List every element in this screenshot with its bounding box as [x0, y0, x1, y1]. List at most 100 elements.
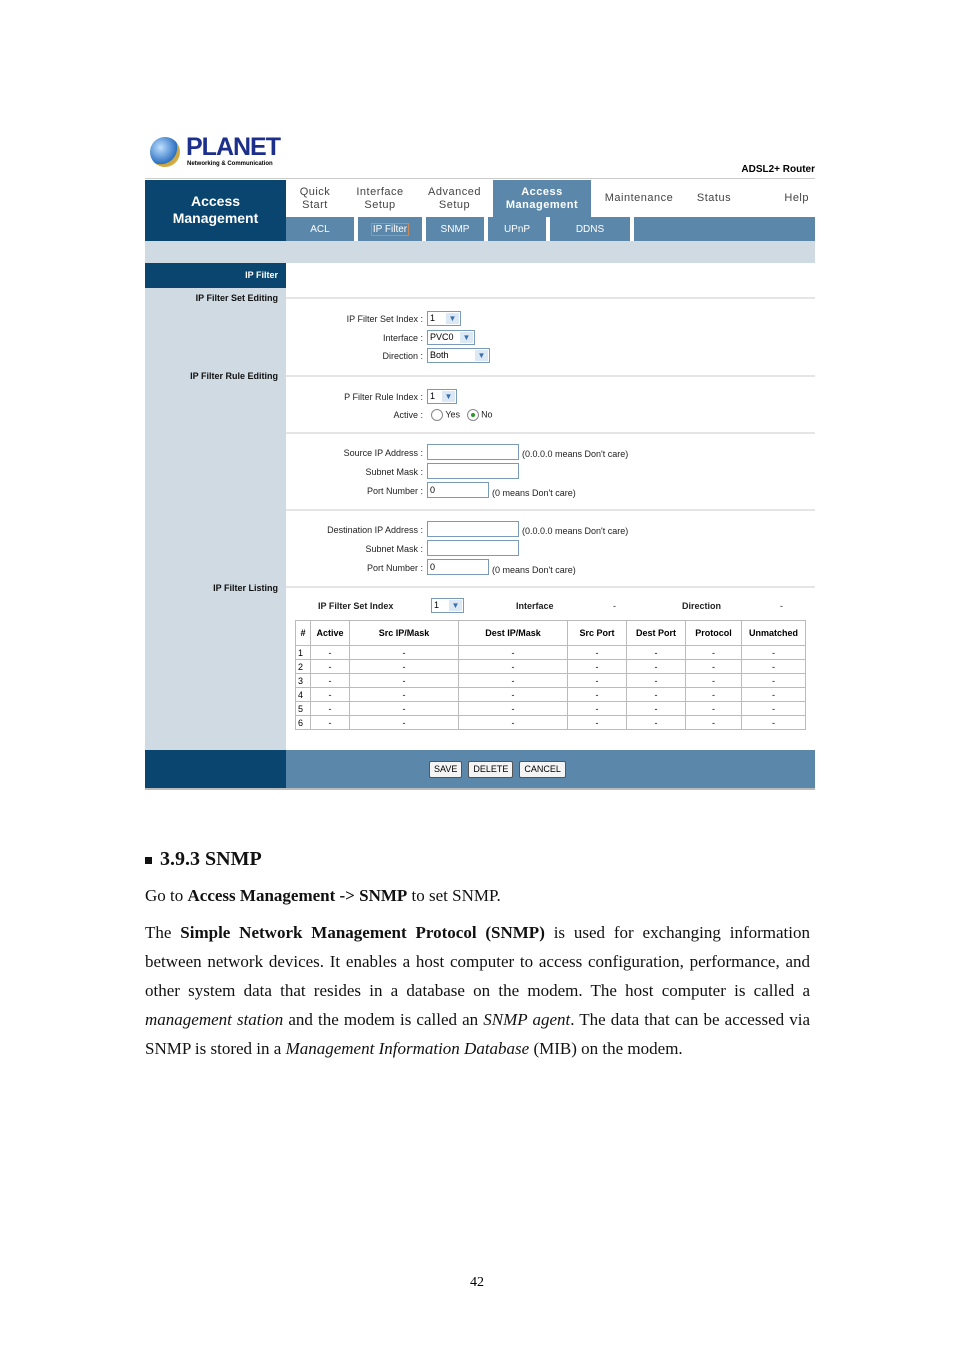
src-mask-input[interactable]: [427, 463, 519, 479]
table-cell: -: [626, 715, 686, 730]
table-row: 3-------: [295, 673, 806, 688]
section-title: Access Management: [145, 180, 286, 241]
col-unmatched: Unmatched: [741, 620, 806, 646]
dst-ip-input[interactable]: [427, 521, 519, 537]
table-cell: 2: [295, 659, 311, 674]
table-cell: -: [310, 659, 350, 674]
table-cell: -: [685, 715, 742, 730]
src-ip-label: Source IP Address :: [343, 448, 423, 458]
src-port-input[interactable]: 0: [427, 482, 489, 498]
table-cell: -: [567, 715, 627, 730]
tab-status[interactable]: Status: [687, 180, 741, 217]
table-cell: -: [741, 645, 806, 660]
table-cell: -: [741, 715, 806, 730]
globe-icon: [150, 137, 180, 167]
subtab-snmp[interactable]: SNMP: [426, 217, 488, 241]
tab-maintenance[interactable]: Maintenance: [591, 180, 687, 217]
active-no-label: No: [481, 409, 493, 420]
table-cell: -: [741, 701, 806, 716]
direction-select[interactable]: Both ▼: [427, 348, 490, 363]
section-title-line1: Access: [190, 193, 241, 209]
table-cell: -: [626, 673, 686, 688]
table-cell: -: [567, 659, 627, 674]
dst-mask-input[interactable]: [427, 540, 519, 556]
footer-left: [145, 750, 286, 788]
table-row: 4-------: [295, 687, 806, 702]
chevron-down-icon: ▼: [460, 332, 473, 343]
table-cell: -: [310, 687, 350, 702]
dst-ip-hint: (0.0.0.0 means Don't care): [522, 526, 629, 536]
table-cell: -: [310, 701, 350, 716]
tab-help[interactable]: Help: [741, 180, 815, 217]
sidebar-label-rule-editing: IP Filter Rule Editing: [190, 371, 278, 381]
delete-button[interactable]: DELETE: [468, 761, 514, 778]
tab-bar: Quick Start Interface Setup Advanced Setup …: [286, 180, 815, 217]
rule-index-label: P Filter Rule Index :: [344, 392, 423, 402]
subtab-ip-filter[interactable]: IP Filter: [358, 217, 426, 241]
save-button[interactable]: SAVE: [429, 761, 463, 778]
tab-interface-setup[interactable]: Interface Setup: [344, 180, 416, 217]
subtab-ddns[interactable]: DDNS: [550, 217, 634, 241]
sidebar-item-ip-filter: IP Filter: [145, 263, 286, 288]
table-cell: -: [310, 673, 350, 688]
main-panel: IP Filter Set Index : 1 ▼ Interface : PVC…: [286, 263, 815, 750]
interface-label: Interface :: [382, 333, 423, 343]
divider: [145, 178, 815, 179]
src-mask-label: Subnet Mask :: [365, 467, 423, 477]
active-label: Active :: [393, 410, 423, 420]
table-cell: -: [458, 645, 568, 660]
tab-access-management[interactable]: Access Management: [493, 180, 591, 217]
dst-port-label: Port Number :: [366, 563, 423, 573]
table-cell: 5: [295, 701, 311, 716]
chevron-down-icon: ▼: [446, 313, 459, 324]
set-index-select[interactable]: 1 ▼: [427, 311, 461, 326]
col-src-ip-mask: Src IP/Mask: [349, 620, 459, 646]
table-cell: -: [626, 645, 686, 660]
subtab-upnp[interactable]: UPnP: [488, 217, 550, 241]
active-yes-radio[interactable]: [431, 409, 443, 421]
table-cell: -: [685, 659, 742, 674]
table-cell: -: [458, 701, 568, 716]
table-header-row: # Active Src IP/Mask Dest IP/Mask Src Po…: [295, 620, 806, 646]
table-cell: -: [458, 715, 568, 730]
table-cell: -: [349, 673, 459, 688]
main-nav: Access Management Quick Start Interface Se…: [145, 180, 815, 241]
table-cell: -: [741, 673, 806, 688]
src-ip-input[interactable]: [427, 444, 519, 460]
table-cell: 1: [295, 645, 311, 660]
tab-advanced-setup[interactable]: Advanced Setup: [416, 180, 493, 217]
table-cell: -: [310, 645, 350, 660]
listing-direction-value: -: [780, 601, 783, 611]
router-screenshot: PLANET Networking & Communication ADSL2+…: [145, 127, 815, 790]
listing-interface-label: Interface: [516, 601, 554, 611]
dst-mask-label: Subnet Mask :: [365, 544, 423, 554]
ip-filter-table: # Active Src IP/Mask Dest IP/Mask Src Po…: [295, 620, 806, 730]
dst-port-hint: (0 means Don't care): [492, 565, 576, 575]
table-cell: -: [310, 715, 350, 730]
dst-port-input[interactable]: 0: [427, 559, 489, 575]
rule-index-select[interactable]: 1 ▼: [427, 389, 457, 404]
divider: [286, 297, 815, 299]
tab-quick-start[interactable]: Quick Start: [286, 180, 344, 217]
src-port-label: Port Number :: [366, 486, 423, 496]
footer-bar: SAVE DELETE CANCEL: [145, 750, 815, 788]
active-no-radio[interactable]: [466, 409, 479, 421]
interface-select[interactable]: PVC0 ▼: [427, 330, 475, 345]
document-text: 3.9.3 SNMP Go to Access Management -> SN…: [145, 848, 810, 1071]
table-cell: -: [349, 659, 459, 674]
paragraph-2: The Simple Network Management Protocol (…: [145, 923, 810, 1058]
subtab-bar: ACL IP Filter SNMP UPnP DDNS: [286, 217, 815, 241]
cancel-button[interactable]: CANCEL: [519, 761, 566, 778]
subtab-acl[interactable]: ACL: [286, 217, 358, 241]
table-cell: 3: [295, 673, 311, 688]
table-cell: -: [349, 715, 459, 730]
listing-set-index-select[interactable]: 1 ▼: [431, 598, 464, 613]
bullet-icon: [145, 856, 152, 864]
table-cell: -: [458, 687, 568, 702]
table-cell: -: [567, 645, 627, 660]
col-number: #: [295, 620, 311, 646]
col-dest-port: Dest Port: [626, 620, 686, 646]
section-heading: 3.9.3 SNMP: [145, 848, 810, 871]
col-dest-ip-mask: Dest IP/Mask: [458, 620, 568, 646]
table-row: 6-------: [295, 715, 806, 730]
